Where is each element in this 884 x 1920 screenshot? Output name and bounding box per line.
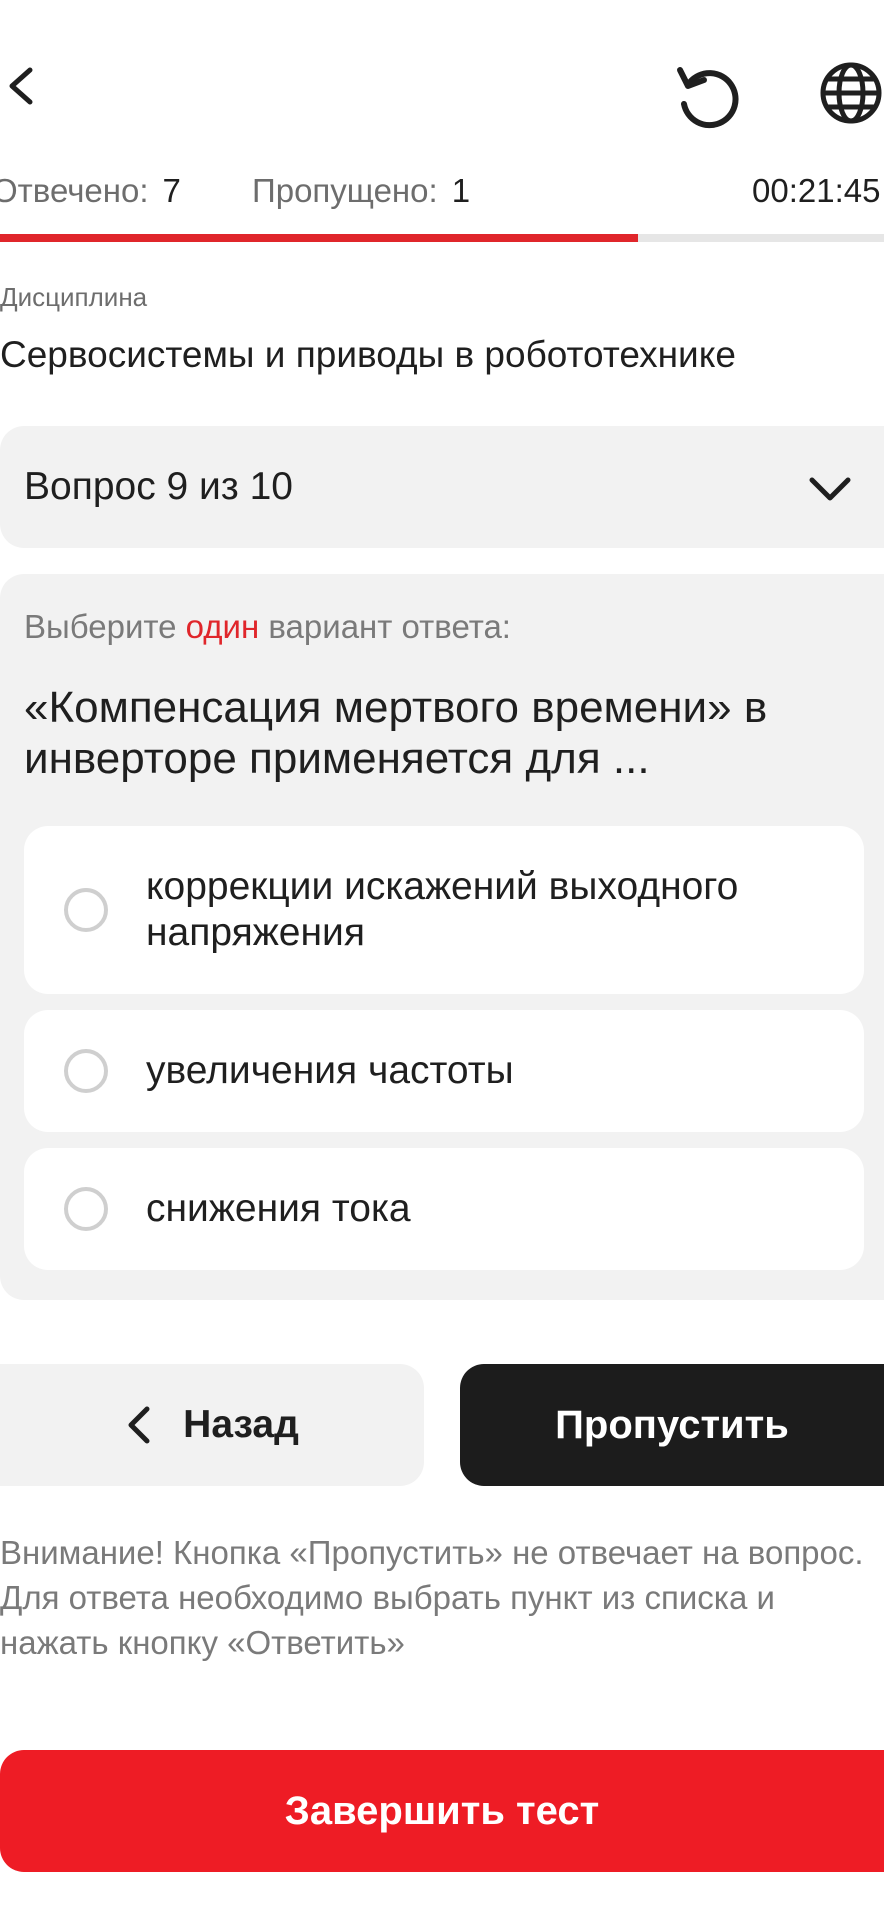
back-icon[interactable] (0, 54, 56, 118)
radio-button[interactable] (64, 1187, 108, 1231)
back-button[interactable]: Назад (0, 1364, 424, 1486)
back-button-label: Назад (183, 1403, 299, 1446)
answered-count: 7 (162, 172, 181, 209)
discipline-value: Сервосистемы и приводы в робототехнике (0, 334, 736, 375)
question-selector[interactable]: Вопрос 9 из 10 (0, 426, 884, 548)
timer: 00:21:45 (752, 172, 881, 209)
answered-label: Отвечено: (0, 172, 149, 209)
instruction: Выберите один вариант ответа: (24, 608, 511, 646)
question-selector-label: Вопрос 9 из 10 (24, 465, 293, 508)
instruction-accent: один (185, 608, 260, 645)
option-label: снижения тока (146, 1187, 411, 1230)
skip-button[interactable]: Пропустить (460, 1364, 884, 1486)
option-label: увеличения частоты (146, 1049, 514, 1092)
question-text: «Компенсация мертвого времени» в инверто… (24, 683, 768, 783)
warning-note: Внимание! Кнопка «Пропустить» не отвечае… (0, 1534, 864, 1661)
finish-test-label: Завершить тест (284, 1788, 600, 1833)
finish-test-button[interactable]: Завершить тест (0, 1750, 884, 1872)
discipline-label: Дисциплина (0, 282, 148, 312)
chevron-down-icon (809, 477, 851, 501)
progress-fill (0, 234, 639, 242)
answer-option[interactable]: коррекции искажений выходного напряжения (24, 826, 864, 994)
instruction-before: Выберите (24, 608, 186, 645)
question-card: Выберите один вариант ответа: «Компенсац… (0, 574, 884, 1300)
answer-option[interactable]: увеличения частоты (24, 1010, 864, 1132)
answered-stat: Отвечено: 7 (0, 172, 181, 210)
radio-button[interactable] (64, 1049, 108, 1093)
answer-option[interactable]: снижения тока (24, 1148, 864, 1270)
instruction-after: вариант ответа: (259, 608, 511, 645)
skipped-label: Пропущено: (252, 172, 438, 209)
restart-icon[interactable] (670, 58, 746, 134)
skip-button-label: Пропустить (555, 1402, 789, 1447)
option-label: коррекции искажений выходного напряжения (146, 865, 739, 954)
globe-icon[interactable] (818, 60, 884, 126)
progress-bar (0, 234, 884, 242)
radio-button[interactable] (64, 888, 108, 932)
chevron-left-icon (9, 67, 33, 105)
chevron-left-icon (128, 1406, 150, 1444)
skipped-stat: Пропущено: 1 (252, 172, 470, 210)
skipped-count: 1 (451, 172, 471, 209)
